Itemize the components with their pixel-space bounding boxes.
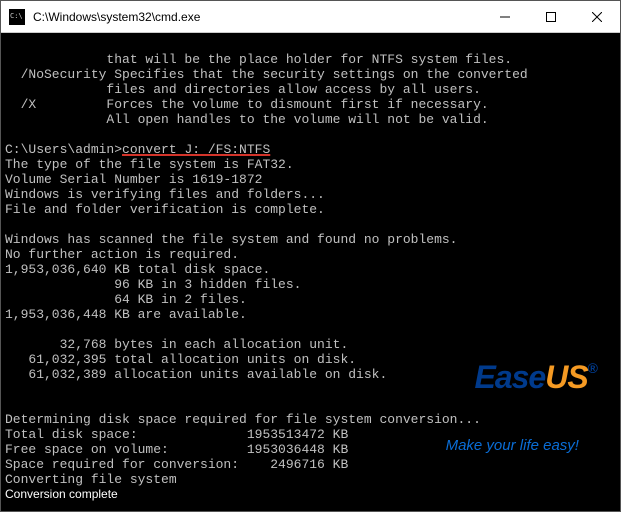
output-line: 32,768 bytes in each allocation unit. (5, 337, 348, 352)
window-title: C:\Windows\system32\cmd.exe (33, 10, 482, 24)
help-text: that will be the place holder for NTFS s… (5, 52, 512, 67)
titlebar: C:\Windows\system32\cmd.exe (1, 1, 620, 33)
output-line: File and folder verification is complete… (5, 202, 325, 217)
prompt-command: convert J: /FS:NTFS (122, 142, 270, 157)
output-line: 61,032,389 allocation units available on… (5, 367, 387, 382)
output-line: Total disk space: 1953513472 KB (5, 427, 348, 442)
cmd-icon (9, 9, 25, 25)
minimize-button[interactable] (482, 1, 528, 33)
close-icon (592, 12, 602, 22)
minimize-icon (500, 12, 510, 22)
output-line: Determining disk space required for file… (5, 412, 481, 427)
window-controls (482, 1, 620, 32)
output-line: Windows has scanned the file system and … (5, 232, 457, 247)
help-text: All open handles to the volume will not … (5, 112, 489, 127)
output-line: 1,953,036,448 KB are available. (5, 307, 247, 322)
output-line: Volume Serial Number is 1619-1872 (5, 172, 262, 187)
maximize-icon (546, 12, 556, 22)
output-line: 96 KB in 3 hidden files. (5, 277, 301, 292)
output-line: 61,032,395 total allocation units on dis… (5, 352, 356, 367)
brand-tagline: Make your life easy! (446, 438, 598, 453)
output-line: Windows is verifying files and folders..… (5, 187, 325, 202)
help-text: files and directories allow access by al… (5, 82, 481, 97)
output-line: No further action is required. (5, 247, 239, 262)
close-button[interactable] (574, 1, 620, 33)
help-text: /NoSecurity Specifies that the security … (5, 67, 528, 82)
brand-us: US (545, 359, 587, 395)
output-line: The type of the file system is FAT32. (5, 157, 294, 172)
output-line: Space required for conversion: 2496716 K… (5, 457, 348, 472)
prompt-path: C:\Users\admin> (5, 142, 122, 157)
registered-icon: ® (588, 360, 598, 376)
easeus-watermark: EaseUS® Make your life easy! (446, 318, 598, 483)
cmd-window: C:\Windows\system32\cmd.exe that will be… (0, 0, 621, 512)
help-text: /X Forces the volume to dismount first i… (5, 97, 489, 112)
output-line: 64 KB in 2 files. (5, 292, 247, 307)
maximize-button[interactable] (528, 1, 574, 33)
brand-ease: Ease (474, 359, 545, 395)
output-line: 1,953,036,640 KB total disk space. (5, 262, 270, 277)
output-line: Free space on volume: 1953036448 KB (5, 442, 348, 457)
brand-name: EaseUS® (446, 348, 598, 406)
status-line: Conversion complete (5, 485, 118, 503)
terminal-area[interactable]: that will be the place holder for NTFS s… (1, 33, 620, 511)
